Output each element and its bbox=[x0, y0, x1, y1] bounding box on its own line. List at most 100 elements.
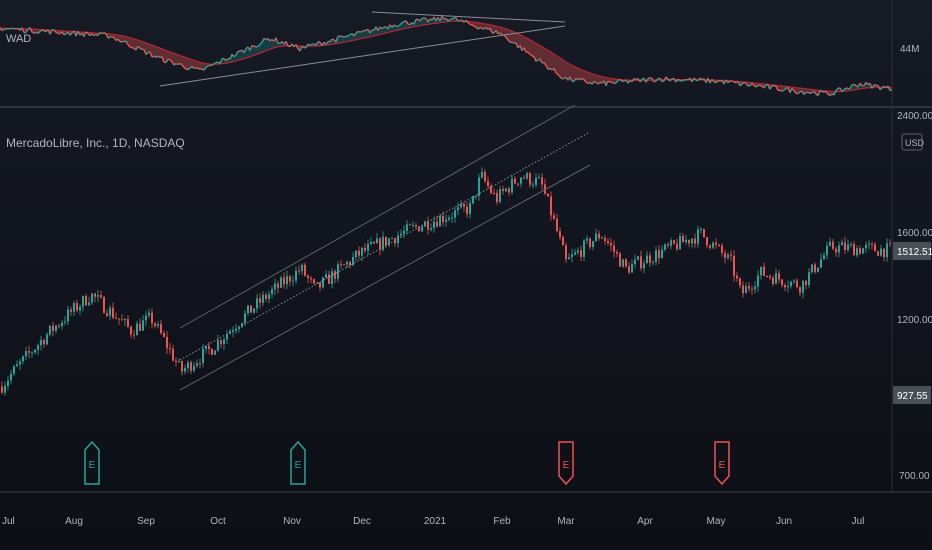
wad-fill-segment bbox=[194, 60, 196, 69]
candle-body bbox=[883, 248, 885, 258]
candle-body bbox=[475, 195, 477, 197]
candle-body bbox=[331, 271, 333, 284]
wad-line-segment bbox=[341, 35, 345, 38]
candle-body bbox=[775, 273, 777, 284]
candle-body bbox=[91, 293, 93, 303]
candle-body bbox=[193, 365, 195, 371]
currency-label[interactable]: USD bbox=[905, 138, 925, 148]
candle-body bbox=[577, 250, 579, 253]
wad-indicator-label[interactable]: WAD bbox=[6, 33, 31, 45]
candle-body bbox=[766, 275, 768, 277]
candle-body bbox=[724, 252, 726, 259]
candle-body bbox=[244, 313, 246, 324]
wad-line-segment bbox=[873, 83, 877, 87]
candle-body bbox=[82, 295, 84, 307]
candle-body bbox=[106, 313, 108, 316]
candle-body bbox=[805, 280, 807, 286]
wad-fill-segment bbox=[164, 49, 166, 63]
candle-body bbox=[682, 235, 684, 243]
candle-body bbox=[790, 281, 792, 287]
wad-fill-segment bbox=[582, 70, 584, 80]
candle-body bbox=[208, 345, 210, 349]
candle-body bbox=[784, 284, 786, 288]
wad-fill-segment bbox=[152, 45, 154, 57]
candle-body bbox=[556, 218, 558, 232]
candle-body bbox=[310, 277, 312, 280]
candle-body bbox=[808, 272, 810, 286]
candle-body bbox=[199, 363, 201, 365]
candle-body bbox=[109, 307, 111, 316]
candle-body bbox=[277, 283, 279, 288]
wad-fill-segment bbox=[564, 60, 566, 79]
candle-body bbox=[715, 242, 717, 245]
candle-body bbox=[505, 188, 507, 192]
wad-line-segment bbox=[331, 38, 335, 41]
wad-line-segment bbox=[511, 41, 515, 44]
candle-body bbox=[685, 239, 687, 243]
candle-body bbox=[607, 241, 609, 244]
candle-body bbox=[637, 256, 639, 260]
last-price-value: 1512.51 bbox=[897, 247, 932, 258]
candle-body bbox=[532, 184, 534, 186]
candle-body bbox=[340, 264, 342, 266]
wad-line-segment bbox=[807, 91, 811, 94]
candle-body bbox=[118, 318, 120, 320]
candle-body bbox=[499, 189, 501, 202]
wad-fill-segment bbox=[132, 38, 134, 49]
symbol-label[interactable]: MercadoLibre, Inc., 1D, NASDAQ bbox=[6, 136, 185, 150]
candle-body bbox=[166, 336, 168, 349]
candle-body bbox=[10, 373, 12, 381]
candle-body bbox=[367, 243, 369, 251]
candle-body bbox=[844, 242, 846, 250]
candle-body bbox=[823, 255, 825, 260]
candle-body bbox=[742, 285, 744, 294]
candle-body bbox=[667, 244, 669, 246]
wad-line-segment bbox=[151, 55, 155, 58]
candle-body bbox=[877, 251, 879, 256]
candle-body bbox=[385, 236, 387, 246]
candle-body bbox=[16, 364, 18, 367]
candle-body bbox=[886, 243, 888, 258]
candle-body bbox=[703, 228, 705, 238]
candle-body bbox=[814, 264, 816, 272]
wad-line-segment bbox=[819, 89, 823, 93]
candle-body bbox=[103, 297, 105, 314]
candle-body bbox=[652, 261, 654, 263]
candle-body bbox=[643, 263, 645, 269]
candle-body bbox=[856, 248, 858, 256]
candle-body bbox=[658, 250, 660, 258]
candle-body bbox=[847, 244, 849, 250]
wad-line-segment bbox=[889, 89, 893, 92]
candle-body bbox=[850, 244, 852, 246]
candle-body bbox=[178, 361, 180, 363]
candle-body bbox=[589, 238, 591, 248]
candle-body bbox=[220, 340, 222, 345]
candle-body bbox=[262, 294, 264, 303]
price-tick-2400: 2400.00 bbox=[897, 111, 932, 122]
wad-fill-segment bbox=[266, 38, 268, 51]
candle-body bbox=[871, 243, 873, 245]
candle-body bbox=[214, 350, 216, 355]
candle-body bbox=[319, 282, 321, 288]
candle-body bbox=[565, 245, 567, 260]
time-axis-label: Oct bbox=[210, 516, 226, 527]
candle-body bbox=[88, 302, 90, 306]
candle-body bbox=[175, 360, 177, 362]
wad-line-segment bbox=[167, 58, 171, 61]
candle-body bbox=[496, 193, 498, 202]
candle-body bbox=[787, 286, 789, 288]
candle-body bbox=[661, 249, 663, 258]
time-axis-label: Aug bbox=[65, 516, 83, 527]
candle-body bbox=[115, 317, 117, 319]
candle-body bbox=[526, 173, 528, 179]
candle-body bbox=[70, 309, 72, 312]
earnings-marker-label: E bbox=[563, 460, 570, 471]
candle-body bbox=[370, 241, 372, 244]
wad-fill-segment bbox=[528, 38, 530, 55]
candle-body bbox=[706, 237, 708, 246]
candle-body bbox=[328, 274, 330, 284]
wad-line-segment bbox=[343, 35, 347, 38]
wad-line-segment bbox=[535, 59, 539, 62]
wad-line-segment bbox=[251, 44, 255, 48]
candle-body bbox=[772, 277, 774, 284]
